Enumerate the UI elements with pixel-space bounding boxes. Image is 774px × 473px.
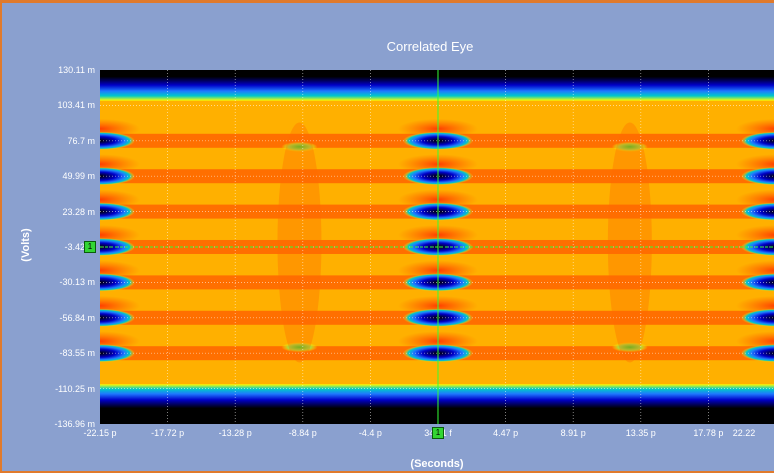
x-tick-label: -17.72 p: [151, 428, 185, 438]
transition-haze: [277, 122, 322, 363]
y-tick-label: -3.42 m: [64, 242, 95, 252]
y-tick-label: -110.25 m: [55, 383, 95, 394]
x-tick-label: -22.15 p: [83, 428, 117, 438]
y-tick-label: 23.28 m: [62, 206, 95, 217]
x-tick-label: 22.22: [732, 428, 756, 438]
x-tick-label: -4.4 p: [358, 428, 382, 438]
y-tick-label: 49.99 m: [62, 171, 95, 182]
chart-title: Correlated Eye: [386, 39, 474, 54]
y-tick-label: 130.11 m: [58, 65, 95, 75]
transition-haze: [607, 122, 652, 363]
x-tick-label: 4.47 p: [493, 428, 519, 438]
y-tick-label: -83.55 m: [59, 348, 95, 359]
y-tick-label: -56.84 m: [59, 312, 95, 323]
eye-plot-area[interactable]: [100, 70, 774, 424]
eye-bottom-envelope: [100, 384, 774, 409]
x-tick-label: 13.35 p: [625, 428, 656, 438]
eye-heatmap: [100, 70, 774, 424]
x-tick-label: -13.28 p: [218, 428, 252, 438]
eye-diagram-window: Correlated Eye (Volts) (Seconds) 130.11 …: [0, 0, 774, 473]
x-tick-label: -8.84 p: [288, 428, 317, 438]
x-axis-title: (Seconds): [410, 458, 464, 470]
y-tick-label: 103.41 m: [57, 100, 95, 111]
eye-top-envelope: [100, 76, 774, 101]
y-tick-label: 76.7 m: [67, 135, 95, 146]
y-tick-label: -30.13 m: [59, 277, 95, 288]
x-tick-label: 8.91 p: [560, 428, 586, 438]
y-cursor-marker[interactable]: 1: [84, 240, 96, 253]
x-cursor-marker[interactable]: 1: [431, 427, 444, 439]
